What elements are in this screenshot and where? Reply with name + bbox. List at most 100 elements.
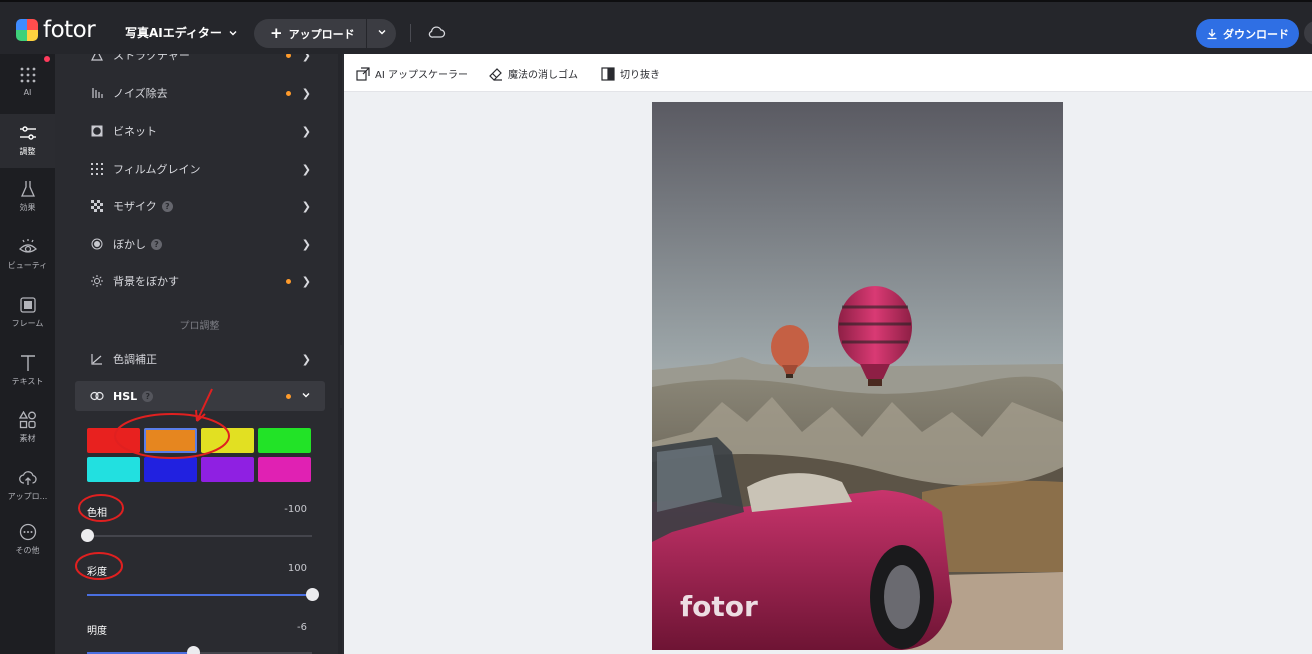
panel-row-label: HSL: [113, 389, 138, 403]
shapes-icon: [18, 411, 36, 429]
vignette-icon: [90, 124, 104, 138]
panel-row-color-correction[interactable]: 色調補正 ❯: [75, 344, 325, 374]
color-swatch[interactable]: [201, 457, 254, 482]
rail-label: 調整: [19, 147, 36, 156]
upload-label: アップロード: [288, 27, 355, 41]
saturation-label: 彩度: [87, 567, 107, 578]
rail-item-text[interactable]: テキスト: [0, 354, 55, 394]
frame-icon: [19, 297, 36, 313]
cutout-icon: [601, 66, 615, 81]
brightness-label: 明度: [87, 626, 107, 637]
color-swatch[interactable]: [87, 457, 140, 482]
cloud-icon[interactable]: [428, 24, 446, 40]
fotor-logo[interactable]: fotor: [16, 19, 96, 42]
hue-slider-handle[interactable]: [81, 529, 94, 542]
eraser-icon: [489, 67, 502, 81]
panel-row-blur[interactable]: ぼかし ? ❯: [75, 229, 325, 259]
tool-label: AI アップスケーラー: [375, 70, 468, 81]
panel-row-hsl[interactable]: HSL ?: [75, 381, 325, 411]
color-swatch[interactable]: [258, 428, 311, 453]
hue-slider[interactable]: [81, 529, 312, 542]
logo-icon: [16, 19, 38, 41]
rail-label: テキスト: [11, 377, 44, 386]
chevron-right-icon: ❯: [301, 86, 311, 100]
noise-icon: [90, 86, 104, 100]
chevron-right-icon: ❯: [301, 237, 311, 251]
rail-label: ビューティ: [7, 261, 48, 270]
app-window: fotor 写真AIエディター + アップロード ダウンロード AI 調整 効果…: [0, 0, 1312, 654]
chevron-right-icon: ❯: [301, 199, 311, 213]
hsl-color-swatches: [87, 428, 312, 482]
panel-row-label: フィルムグレイン: [113, 163, 201, 176]
saturation-slider[interactable]: [87, 588, 319, 601]
rail-item-frame[interactable]: フレーム: [0, 296, 55, 336]
download-button[interactable]: ダウンロード: [1196, 19, 1299, 48]
rail-item-beauty[interactable]: ビューティ: [0, 238, 55, 278]
panel-row-label: ストラクチャー: [113, 54, 190, 62]
tool-ai-upscaler[interactable]: AI アップスケーラー: [356, 66, 468, 81]
help-icon[interactable]: ?: [151, 238, 162, 250]
top-bar: fotor 写真AIエディター + アップロード ダウンロード: [0, 0, 1312, 54]
section-title: プロ調整: [179, 321, 220, 332]
brightness-value: -6: [297, 622, 307, 633]
rail-label: フレーム: [11, 319, 44, 328]
panel-row-structure[interactable]: ストラクチャー ❯: [75, 54, 325, 70]
download-label: ダウンロード: [1223, 27, 1289, 41]
chevron-down-icon: [378, 30, 385, 35]
photo-canvas[interactable]: fotor: [652, 102, 1063, 650]
color-swatch[interactable]: [201, 428, 254, 453]
brightness-slider-handle[interactable]: [186, 646, 200, 654]
upload-dropdown-button[interactable]: [367, 27, 396, 40]
hue-label: 色相: [87, 508, 107, 519]
rail-item-more[interactable]: その他: [0, 523, 55, 563]
upscale-icon: [356, 66, 370, 81]
rail-item-upload[interactable]: アップロ...: [0, 469, 55, 509]
rail-item-effects[interactable]: 効果: [0, 180, 55, 220]
tool-cutout[interactable]: 切り抜き: [601, 66, 660, 81]
help-icon[interactable]: ?: [142, 390, 154, 402]
rail-item-adjust[interactable]: 調整: [0, 114, 55, 168]
rail-label: 素材: [19, 434, 36, 443]
saturation-slider-fill: [87, 594, 312, 596]
panel-row-mosaic[interactable]: モザイク ? ❯: [75, 191, 325, 221]
modified-dot: [286, 90, 291, 96]
mosaic-icon: [90, 199, 104, 213]
tool-magic-eraser[interactable]: 魔法の消しゴム: [489, 66, 578, 81]
editor-select[interactable]: 写真AIエディター: [125, 24, 238, 41]
adjust-panel: ストラクチャー ❯ ノイズ除去 ❯ ビネット ❯ フィルムグレイン ❯ モザイク…: [55, 54, 344, 654]
color-swatch[interactable]: [87, 428, 140, 453]
modified-dot: [286, 393, 291, 399]
grain-icon: [90, 162, 104, 176]
color-swatch[interactable]: [144, 428, 197, 453]
chevron-right-icon: ❯: [301, 124, 311, 138]
hue-value: -100: [284, 504, 307, 515]
rail-item-ai[interactable]: AI: [0, 66, 55, 106]
panel-row-denoise[interactable]: ノイズ除去 ❯: [75, 78, 325, 108]
modified-dot: [286, 278, 291, 284]
saturation-slider-handle[interactable]: [306, 588, 319, 601]
panel-row-background-blur[interactable]: 背景をぼかす ❯: [75, 266, 325, 296]
rail-label: その他: [15, 546, 40, 555]
upload-button[interactable]: + アップロード: [254, 19, 367, 48]
rail-item-elements[interactable]: 素材: [0, 411, 55, 451]
triangle-icon: [90, 54, 104, 62]
panel-row-film-grain[interactable]: フィルムグレイン ❯: [75, 154, 325, 184]
flask-icon: [20, 181, 35, 197]
upload-button-group: + アップロード: [254, 19, 396, 48]
upload-cloud-icon: [18, 471, 37, 485]
help-icon[interactable]: ?: [161, 200, 173, 212]
panel-row-label: 色調補正: [113, 353, 157, 366]
panel-row-vignette[interactable]: ビネット ❯: [75, 116, 325, 146]
bg-blur-icon: [90, 274, 104, 288]
divider: [410, 24, 411, 42]
more-icon: [19, 523, 36, 541]
download-icon: [1207, 28, 1217, 39]
color-swatch[interactable]: [144, 457, 197, 482]
editor-label: 写真AIエディター: [125, 26, 222, 40]
canvas-toolbar: AI アップスケーラー 魔法の消しゴム 切り抜き: [344, 54, 1312, 92]
color-swatch[interactable]: [258, 457, 311, 482]
panel-row-label: ビネット: [113, 125, 157, 138]
chevron-right-icon: ❯: [301, 352, 311, 366]
photo-image: fotor: [652, 102, 1063, 650]
avatar[interactable]: [1304, 21, 1312, 45]
